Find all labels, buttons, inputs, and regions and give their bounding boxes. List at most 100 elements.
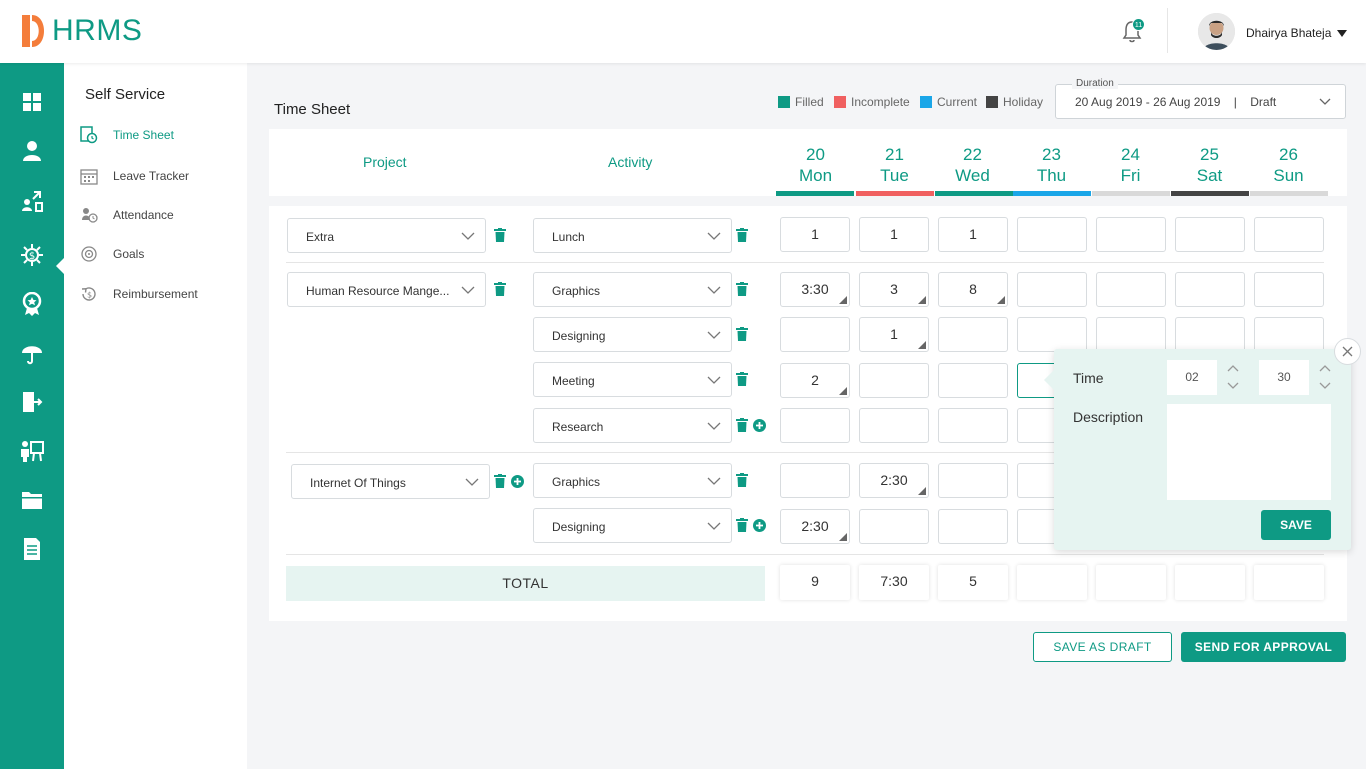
hours-input[interactable]: 02 [1167,360,1217,395]
subnav-item-reimbursement[interactable]: $ Reimbursement [80,282,198,306]
subnav-item-attendance[interactable]: Attendance [80,203,174,227]
hour-cell[interactable] [1096,217,1166,252]
hour-cell[interactable] [859,408,929,443]
user-icon[interactable] [20,139,44,163]
logo-mark-icon [22,15,44,47]
hour-cell[interactable] [859,509,929,544]
hour-cell[interactable] [1017,272,1087,307]
delete-activity-trash-icon[interactable] [735,518,749,532]
hour-cell[interactable]: 2 [780,363,850,398]
delete-project-trash-icon[interactable] [493,228,507,242]
dashboard-icon[interactable] [20,90,44,114]
delete-activity-trash-icon[interactable] [735,372,749,386]
documents-icon[interactable] [20,488,44,512]
hour-cell[interactable] [1096,317,1166,352]
delete-activity-trash-icon[interactable] [735,282,749,296]
description-textarea[interactable] [1167,404,1331,500]
delete-project-trash-icon[interactable] [493,474,507,488]
legend-swatch [778,96,790,108]
hour-cell[interactable]: 2:30 [780,509,850,544]
hour-cell[interactable]: 1 [938,217,1008,252]
hour-cell[interactable] [780,463,850,498]
add-project-plus-icon[interactable] [510,474,524,488]
activity-select[interactable]: Meeting [533,362,732,397]
hour-cell[interactable] [1254,217,1324,252]
hour-cell[interactable]: 2:30 [859,463,929,498]
hours-up-chevron-icon[interactable] [1226,363,1240,373]
user-menu-caret-icon[interactable] [1337,30,1347,37]
hour-cell[interactable] [1254,272,1324,307]
user-name[interactable]: Dhairya Bhateja [1246,26,1331,40]
hour-cell[interactable] [938,463,1008,498]
payroll-icon[interactable]: $ [20,243,44,267]
subnav-item-goals[interactable]: Goals [80,242,144,266]
activity-select[interactable]: Designing [533,317,732,352]
hour-cell[interactable]: 8 [938,272,1008,307]
hour-cell[interactable] [1254,317,1324,352]
subnav-item-label: Goals [113,247,145,261]
page-title: Time Sheet [274,101,351,118]
training-icon[interactable] [20,439,44,463]
hour-cell[interactable] [938,408,1008,443]
hour-cell[interactable] [1096,272,1166,307]
subnav-item-time-sheet[interactable]: Time Sheet [80,123,174,147]
duration-select[interactable]: Duration 20 Aug 2019 - 26 Aug 2019 | Dra… [1055,78,1346,119]
duration-label: Duration [1072,78,1118,89]
calendar-icon [80,167,98,185]
delete-activity-trash-icon[interactable] [735,418,749,432]
hour-cell[interactable] [1017,217,1087,252]
hour-cell[interactable] [938,509,1008,544]
delete-activity-trash-icon[interactable] [735,228,749,242]
minutes-down-chevron-icon[interactable] [1318,381,1332,391]
exit-icon[interactable] [20,390,44,414]
day-header-sun: 26 Sun [1273,145,1304,185]
self-service-icon[interactable] [20,189,44,213]
delete-project-trash-icon[interactable] [493,282,507,296]
hour-cell[interactable] [780,408,850,443]
legend-label: Incomplete [851,95,910,109]
total-cell [1096,565,1166,600]
hour-cell[interactable] [859,363,929,398]
project-select[interactable]: Internet Of Things [291,464,490,499]
subnav-item-label: Leave Tracker [113,169,190,183]
hour-cell[interactable] [1175,217,1245,252]
hour-cell[interactable] [1017,317,1087,352]
project-select[interactable]: Extra [287,218,486,253]
add-activity-plus-icon[interactable] [752,518,766,532]
add-activity-plus-icon[interactable] [752,418,766,432]
hour-cell[interactable]: 1 [780,217,850,252]
project-select[interactable]: Human Resource Mange... [287,272,486,307]
activity-select[interactable]: Lunch [533,218,732,253]
activity-select[interactable]: Graphics [533,272,732,307]
day-header-sat: 25 Sat [1196,145,1223,185]
send-for-approval-button[interactable]: SEND FOR APPROVAL [1181,632,1346,662]
hour-cell[interactable] [938,317,1008,352]
hour-cell[interactable]: 1 [859,217,929,252]
avatar[interactable] [1198,13,1235,50]
minutes-up-chevron-icon[interactable] [1318,363,1332,373]
hour-cell[interactable]: 3:30 [780,272,850,307]
logo[interactable]: HRMS [20,12,142,50]
delete-activity-trash-icon[interactable] [735,327,749,341]
performance-icon[interactable] [20,292,44,316]
total-cell [1254,565,1324,600]
hour-cell[interactable] [780,317,850,352]
total-cell [1017,565,1087,600]
reports-icon[interactable] [20,537,44,561]
popover-close-button[interactable] [1334,338,1361,365]
hour-cell[interactable] [1175,317,1245,352]
save-as-draft-button[interactable]: SAVE AS DRAFT [1033,632,1172,662]
activity-select[interactable]: Designing [533,508,732,543]
hour-cell[interactable]: 1 [859,317,929,352]
activity-select[interactable]: Research [533,408,732,443]
delete-activity-trash-icon[interactable] [735,473,749,487]
hour-cell[interactable] [938,363,1008,398]
hour-cell[interactable]: 3 [859,272,929,307]
hour-cell[interactable] [1175,272,1245,307]
insurance-icon[interactable] [20,341,44,365]
subnav-item-leave-tracker[interactable]: Leave Tracker [80,164,189,188]
activity-select[interactable]: Graphics [533,463,732,498]
hours-down-chevron-icon[interactable] [1226,381,1240,391]
popover-save-button[interactable]: SAVE [1261,510,1331,540]
minutes-input[interactable]: 30 [1259,360,1309,395]
